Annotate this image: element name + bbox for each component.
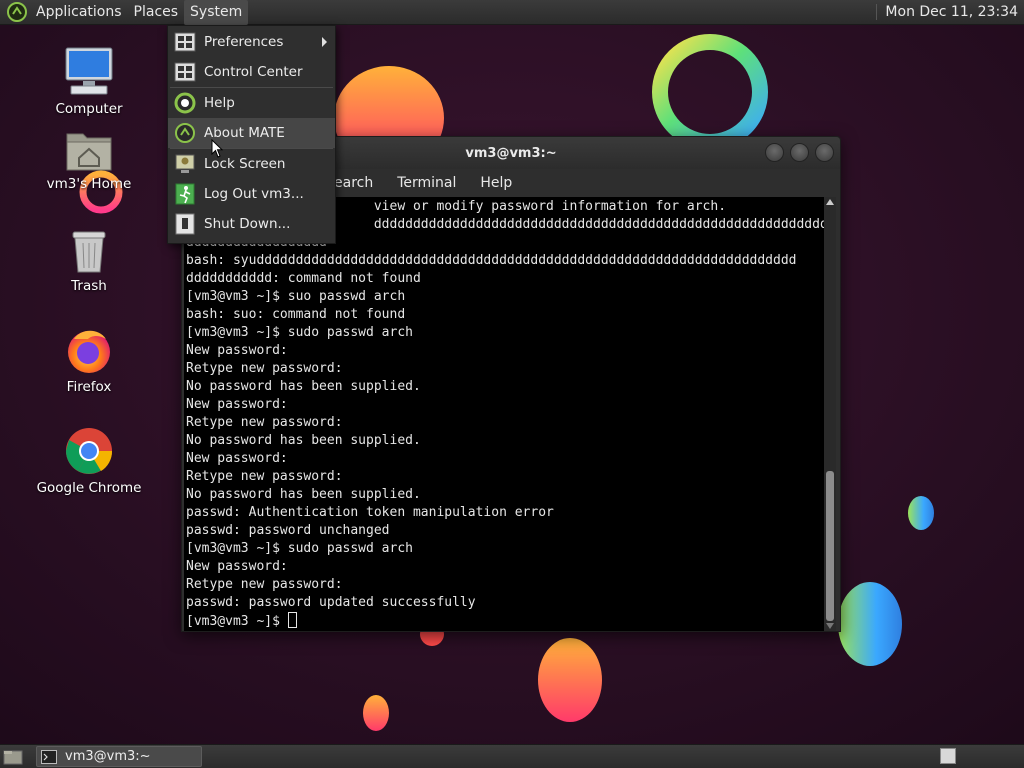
terminal-line: [vm3@vm3 ~]$ suo passwd arch [186, 289, 406, 304]
menu-item-log-out[interactable]: Log Out vm3... [168, 179, 335, 209]
menu-item-help[interactable]: Help [168, 88, 335, 118]
terminal-line: No password has been supplied. [186, 379, 421, 394]
home-folder-icon [66, 133, 112, 171]
terminal-line: Retype new password: [186, 577, 343, 592]
terminal-line: bash: syuddddddddddddddddddddddddddddddd… [186, 253, 797, 268]
desktop-icon-trash[interactable]: Trash [34, 228, 144, 294]
scroll-up-arrow-icon[interactable] [826, 199, 834, 205]
terminal-prompt-line[interactable]: [vm3@vm3 ~]$ [186, 612, 826, 630]
chrome-icon [66, 428, 113, 474]
desktop-label: Firefox [66, 379, 112, 395]
desktop-icon-home[interactable]: vm3's Home [34, 128, 144, 192]
desktop-icon-computer[interactable]: Computer [34, 45, 144, 117]
menu-item-label: Control Center [204, 64, 303, 80]
workspace-switcher[interactable] [940, 748, 956, 764]
desktop-icon-chrome[interactable]: Google Chrome [34, 426, 144, 496]
desktop-label: Google Chrome [36, 480, 142, 496]
desktop-icon-firefox[interactable]: Firefox [34, 325, 144, 395]
firefox-icon [68, 330, 110, 373]
bottom-panel: vm3@vm3:~ [0, 744, 1024, 768]
text-cursor [287, 612, 297, 628]
control-center-icon [174, 62, 196, 82]
trash-icon [72, 231, 106, 273]
desktop-label: Trash [71, 278, 107, 294]
shut-down-icon [175, 213, 195, 235]
terminal-line: passwd: Authentication token manipulatio… [186, 505, 554, 520]
terminal-output[interactable]: view or modify password information for … [184, 197, 826, 631]
taskbar-item-terminal[interactable]: vm3@vm3:~ [36, 746, 202, 767]
window-title: vm3@vm3:~ [465, 145, 557, 161]
menu-item-lock-screen[interactable]: Lock Screen [168, 149, 335, 179]
terminal-icon [41, 749, 57, 764]
menu-item-label: Help [204, 95, 235, 111]
terminal-line: [vm3@vm3 ~]$ sudo passwd arch [186, 325, 413, 340]
terminal-line: No password has been supplied. [186, 433, 421, 448]
terminal-line: No password has been supplied. [186, 487, 421, 502]
applications-menu[interactable]: Applications [30, 0, 128, 25]
taskbar-item-label: vm3@vm3:~ [65, 749, 151, 764]
system-menu-button[interactable]: System [184, 0, 249, 25]
terminal-line: New password: [186, 343, 288, 358]
terminal-line: passwd: password unchanged [186, 523, 390, 538]
menu-item-label: Log Out vm3... [204, 186, 304, 202]
terminal-prompt: [vm3@vm3 ~]$ [186, 614, 288, 629]
desktop-label: Computer [55, 101, 123, 117]
terminal-line: New password: [186, 451, 288, 466]
menu-item-control-center[interactable]: Control Center [168, 57, 335, 87]
system-dropdown-menu: Preferences Control Center Help About MA… [167, 25, 336, 244]
mate-icon [175, 123, 195, 143]
close-button[interactable] [815, 143, 834, 162]
maximize-button[interactable] [790, 143, 809, 162]
preferences-icon [174, 32, 196, 52]
top-panel: Applications Places System Mon Dec 11, 2… [0, 0, 1024, 25]
menu-item-shut-down[interactable]: Shut Down... [168, 209, 335, 239]
menu-item-preferences[interactable]: Preferences [168, 27, 335, 57]
scroll-down-arrow-icon[interactable] [826, 623, 834, 629]
show-desktop-icon[interactable] [2, 748, 24, 766]
mouse-pointer-icon [211, 139, 224, 158]
terminal-line: passwd: password updated successfully [186, 595, 476, 610]
terminal-scrollbar[interactable] [824, 197, 836, 631]
terminal-line: Retype new password: [186, 469, 343, 484]
help-icon [174, 92, 196, 114]
lock-screen-icon [175, 154, 195, 173]
mate-logo-icon[interactable] [6, 1, 28, 23]
desktop-label: vm3's Home [46, 176, 132, 192]
minimize-button[interactable] [765, 143, 784, 162]
computer-icon [65, 47, 113, 95]
terminal-line: Retype new password: [186, 415, 343, 430]
clock[interactable]: Mon Dec 11, 23:34 [876, 4, 1018, 20]
menu-help[interactable]: Help [468, 175, 524, 191]
terminal-line: [vm3@vm3 ~]$ sudo passwd arch [186, 541, 413, 556]
menu-terminal[interactable]: Terminal [385, 175, 468, 191]
terminal-line: ddddddddddd: command not found [186, 271, 421, 286]
menu-item-about-mate[interactable]: About MATE [168, 118, 335, 148]
terminal-line: Retype new password: [186, 361, 343, 376]
scrollbar-thumb[interactable] [826, 471, 834, 621]
terminal-line: New password: [186, 397, 288, 412]
terminal-line: New password: [186, 559, 288, 574]
submenu-arrow-icon [322, 37, 327, 47]
places-menu[interactable]: Places [128, 0, 185, 25]
terminal-line: bash: suo: command not found [186, 307, 406, 322]
menu-item-label: Shut Down... [204, 216, 291, 232]
menu-item-label: Preferences [204, 34, 284, 50]
log-out-icon [175, 183, 195, 205]
